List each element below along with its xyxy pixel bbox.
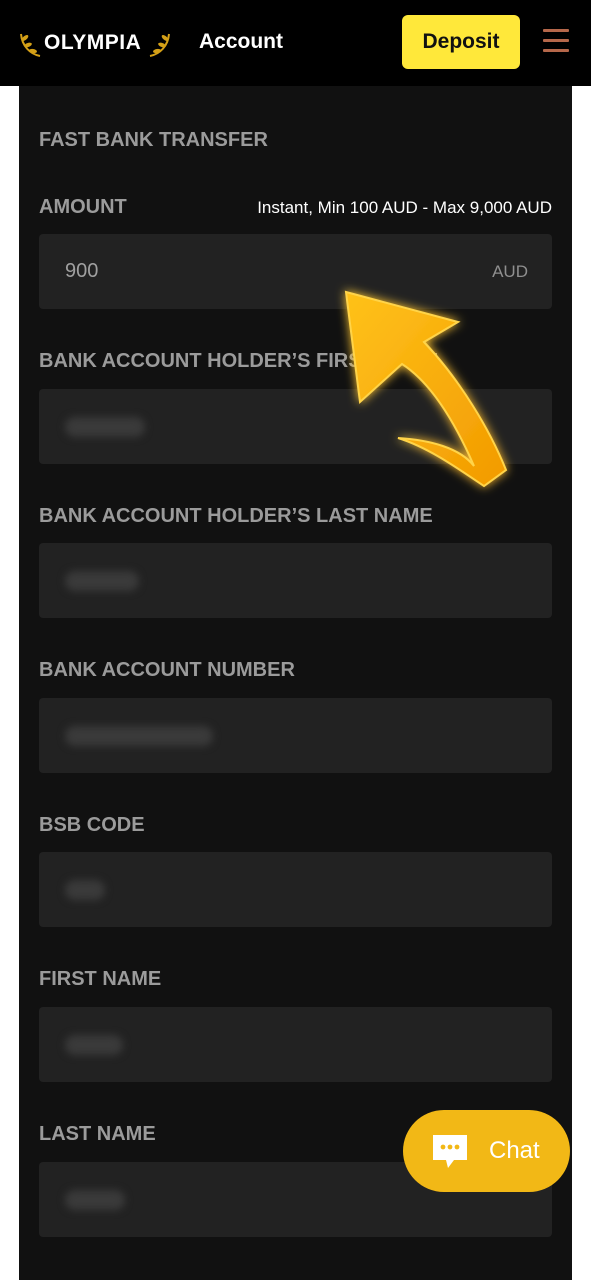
olympia-logo[interactable]: OLYMPIA — [18, 28, 172, 60]
arrow-pointer-icon — [344, 290, 508, 488]
top-bar: OLYMPIA Account Deposit — [0, 0, 591, 86]
deposit-button[interactable]: Deposit — [402, 15, 520, 69]
account-number-label: BANK ACCOUNT NUMBER — [39, 659, 295, 681]
page-title: Account — [199, 30, 283, 53]
chat-button[interactable]: Chat — [403, 1110, 570, 1192]
brand-name: OLYMPIA — [44, 31, 142, 54]
section-title: FAST BANK TRANSFER — [39, 129, 268, 151]
redacted-value — [65, 1035, 123, 1055]
first-name-field[interactable] — [39, 1007, 552, 1082]
redacted-value — [65, 417, 145, 437]
chat-bubble-icon — [433, 1135, 467, 1168]
redacted-value — [65, 1190, 125, 1210]
laurel-left-icon — [20, 33, 41, 57]
amount-label: AMOUNT — [39, 196, 127, 218]
deposit-form-panel: FAST BANK TRANSFER AMOUNT Instant, Min 1… — [19, 86, 572, 1280]
holder-last-name-field[interactable] — [39, 543, 552, 618]
holder-last-name-label: BANK ACCOUNT HOLDER’S LAST NAME — [39, 505, 433, 527]
amount-limits-hint: Instant, Min 100 AUD - Max 9,000 AUD — [257, 198, 552, 217]
bsb-code-label: BSB CODE — [39, 814, 145, 836]
laurel-right-icon — [149, 33, 170, 57]
redacted-value — [65, 726, 213, 746]
account-number-field[interactable] — [39, 698, 552, 773]
chat-label: Chat — [489, 1137, 540, 1164]
menu-icon[interactable] — [543, 29, 569, 53]
first-name-label: FIRST NAME — [39, 968, 162, 990]
bsb-code-field[interactable] — [39, 852, 552, 927]
redacted-value — [65, 880, 105, 900]
redacted-value — [65, 571, 139, 591]
amount-value: 900 — [65, 260, 99, 282]
last-name-label: LAST NAME — [39, 1123, 156, 1145]
